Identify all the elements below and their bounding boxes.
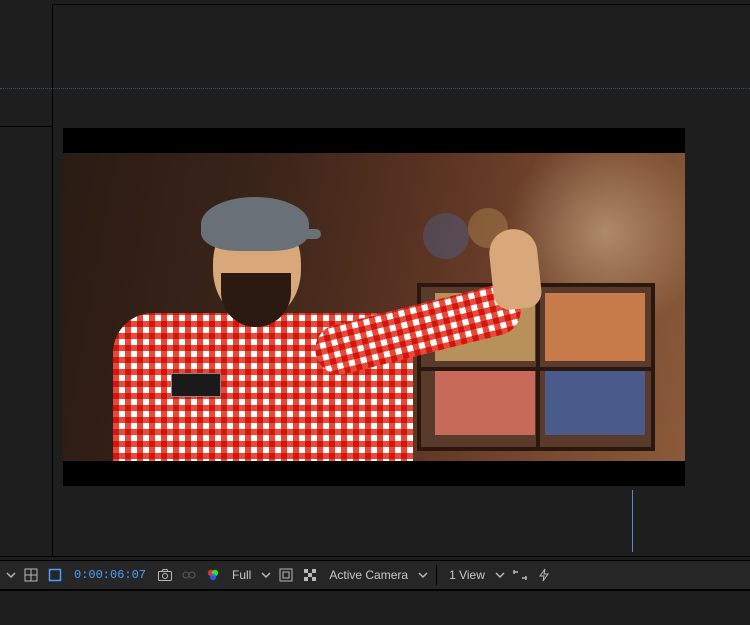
- panel-border: [0, 126, 52, 127]
- snapshot-show-icon: [181, 567, 197, 583]
- mask-path-icon: [47, 567, 63, 583]
- preview-content: [545, 293, 645, 361]
- chevron-down-icon: [418, 570, 428, 580]
- active-camera-dropdown[interactable]: Active Camera: [323, 564, 414, 586]
- show-snapshot-button[interactable]: [178, 564, 200, 586]
- work-area-bar[interactable]: [0, 88, 750, 90]
- pixel-aspect-icon: [512, 567, 528, 583]
- grid-icon: [23, 567, 39, 583]
- panel-border: [52, 4, 750, 5]
- preview-toolbar: 0:00:06:07 Full Active Camera: [0, 560, 750, 590]
- roi-icon: [278, 567, 294, 583]
- magnification-dropdown[interactable]: [4, 564, 18, 586]
- panel-border: [52, 4, 53, 556]
- preview-content: [83, 191, 503, 461]
- checkerboard-icon: [302, 567, 318, 583]
- view-count-dropdown[interactable]: 1 View: [443, 564, 491, 586]
- active-camera-label: Active Camera: [329, 568, 408, 582]
- camera-icon: [157, 567, 173, 583]
- active-camera-chevron[interactable]: [416, 564, 430, 586]
- composition-panel: [0, 0, 750, 560]
- snapshot-button[interactable]: [154, 564, 176, 586]
- toolbar-separator: [436, 565, 437, 585]
- pixel-aspect-button[interactable]: [509, 564, 531, 586]
- view-count-chevron[interactable]: [493, 564, 507, 586]
- chevron-down-icon: [495, 570, 505, 580]
- transparency-grid-button[interactable]: [299, 564, 321, 586]
- current-time-indicator[interactable]: [632, 490, 633, 552]
- channel-button[interactable]: [202, 564, 224, 586]
- resolution-label: Full: [232, 568, 251, 582]
- resolution-dropdown-chevron[interactable]: [259, 564, 273, 586]
- preview-content: [545, 371, 645, 435]
- mask-visibility-button[interactable]: [44, 564, 66, 586]
- region-of-interest-button[interactable]: [275, 564, 297, 586]
- app-root: 0:00:06:07 Full Active Camera: [0, 0, 750, 625]
- panel-border: [0, 556, 750, 557]
- rgb-channels-icon: [205, 567, 221, 583]
- lower-panel: [0, 590, 750, 625]
- resolution-dropdown[interactable]: Full: [226, 564, 257, 586]
- current-time-display[interactable]: 0:00:06:07: [68, 564, 152, 586]
- fast-previews-button[interactable]: [533, 564, 555, 586]
- composition-preview-frame: [63, 128, 685, 486]
- chevron-down-icon: [261, 570, 271, 580]
- grid-guides-button[interactable]: [20, 564, 42, 586]
- chevron-down-icon: [6, 570, 16, 580]
- composition-preview[interactable]: [63, 153, 685, 461]
- lightning-icon: [536, 567, 552, 583]
- view-count-label: 1 View: [449, 568, 485, 582]
